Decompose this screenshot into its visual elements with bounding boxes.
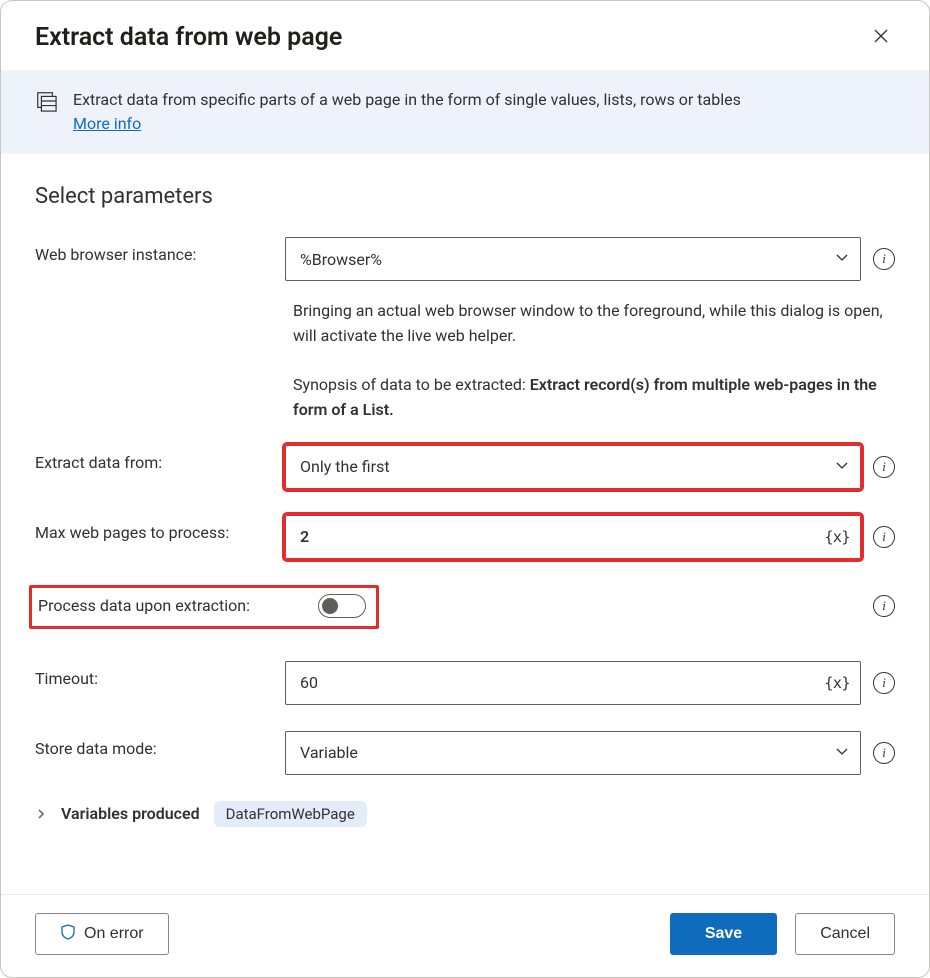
banner-text-block: Extract data from specific parts of a we…	[73, 88, 741, 136]
info-icon[interactable]: i	[873, 456, 895, 478]
max-pages-input[interactable]: 2 {x}	[285, 515, 861, 559]
section-title: Select parameters	[35, 184, 895, 209]
info-icon[interactable]: i	[873, 595, 895, 617]
close-button[interactable]	[867, 24, 895, 52]
on-error-button[interactable]: On error	[35, 913, 169, 955]
toggle-knob	[322, 598, 338, 614]
footer-right-buttons: Save Cancel	[670, 913, 895, 955]
row-max-pages: Max web pages to process: 2 {x} i	[35, 515, 895, 559]
info-banner: Extract data from specific parts of a we…	[1, 70, 929, 154]
store-mode-select[interactable]: Variable	[285, 731, 861, 775]
timeout-input[interactable]: 60 {x}	[285, 661, 861, 705]
info-icon[interactable]: i	[873, 672, 895, 694]
cancel-button[interactable]: Cancel	[795, 913, 895, 955]
row-browser-instance: Web browser instance: %Browser% i	[35, 237, 895, 281]
process-on-extract-toggle[interactable]	[318, 594, 366, 618]
label-extract-from: Extract data from:	[35, 445, 285, 472]
save-label: Save	[705, 925, 742, 943]
info-icon[interactable]: i	[873, 248, 895, 270]
dialog-footer: On error Save Cancel	[1, 894, 929, 977]
row-process-on-extract: Process data upon extraction: i	[35, 585, 895, 629]
process-on-extract-highlight: Process data upon extraction:	[29, 585, 379, 629]
max-pages-value: 2	[300, 527, 309, 546]
variables-produced-label: Variables produced	[61, 804, 200, 823]
chevron-down-icon	[834, 743, 850, 763]
variable-badge[interactable]: DataFromWebPage	[214, 801, 367, 827]
store-mode-value: Variable	[300, 743, 358, 762]
browser-instance-select[interactable]: %Browser%	[285, 237, 861, 281]
dialog-title: Extract data from web page	[35, 23, 342, 52]
banner-description: Extract data from specific parts of a we…	[73, 90, 741, 109]
row-extract-from: Extract data from: Only the first i	[35, 445, 895, 489]
variable-picker-icon[interactable]: {x}	[824, 528, 850, 546]
variable-picker-icon[interactable]: {x}	[824, 674, 850, 692]
on-error-label: On error	[84, 925, 144, 943]
shield-icon	[60, 924, 76, 945]
label-max-pages: Max web pages to process:	[35, 515, 285, 542]
label-timeout: Timeout:	[35, 661, 285, 688]
cancel-label: Cancel	[820, 925, 870, 943]
extract-data-dialog: Extract data from web page Extract data …	[0, 0, 930, 978]
label-store-mode: Store data mode:	[35, 731, 285, 758]
browser-help-text: Bringing an actual web browser window to…	[293, 299, 895, 423]
more-info-link[interactable]: More info	[73, 114, 141, 133]
dialog-header: Extract data from web page	[1, 1, 929, 70]
chevron-down-icon	[834, 457, 850, 477]
extract-from-select[interactable]: Only the first	[285, 445, 861, 489]
info-icon[interactable]: i	[873, 526, 895, 548]
dialog-body: Select parameters Web browser instance: …	[1, 154, 929, 894]
extract-data-icon	[35, 90, 57, 116]
close-icon	[873, 28, 889, 48]
variables-produced-row[interactable]: Variables produced DataFromWebPage	[35, 801, 895, 827]
chevron-down-icon	[834, 249, 850, 269]
label-browser-instance: Web browser instance:	[35, 237, 285, 264]
extract-from-value: Only the first	[300, 457, 390, 476]
browser-instance-value: %Browser%	[300, 250, 382, 269]
label-process-on-extract: Process data upon extraction:	[38, 596, 250, 615]
save-button[interactable]: Save	[670, 913, 777, 955]
row-store-mode: Store data mode: Variable i	[35, 731, 895, 775]
timeout-value: 60	[300, 673, 318, 692]
row-timeout: Timeout: 60 {x} i	[35, 661, 895, 705]
info-icon[interactable]: i	[873, 742, 895, 764]
chevron-right-icon	[35, 808, 47, 820]
